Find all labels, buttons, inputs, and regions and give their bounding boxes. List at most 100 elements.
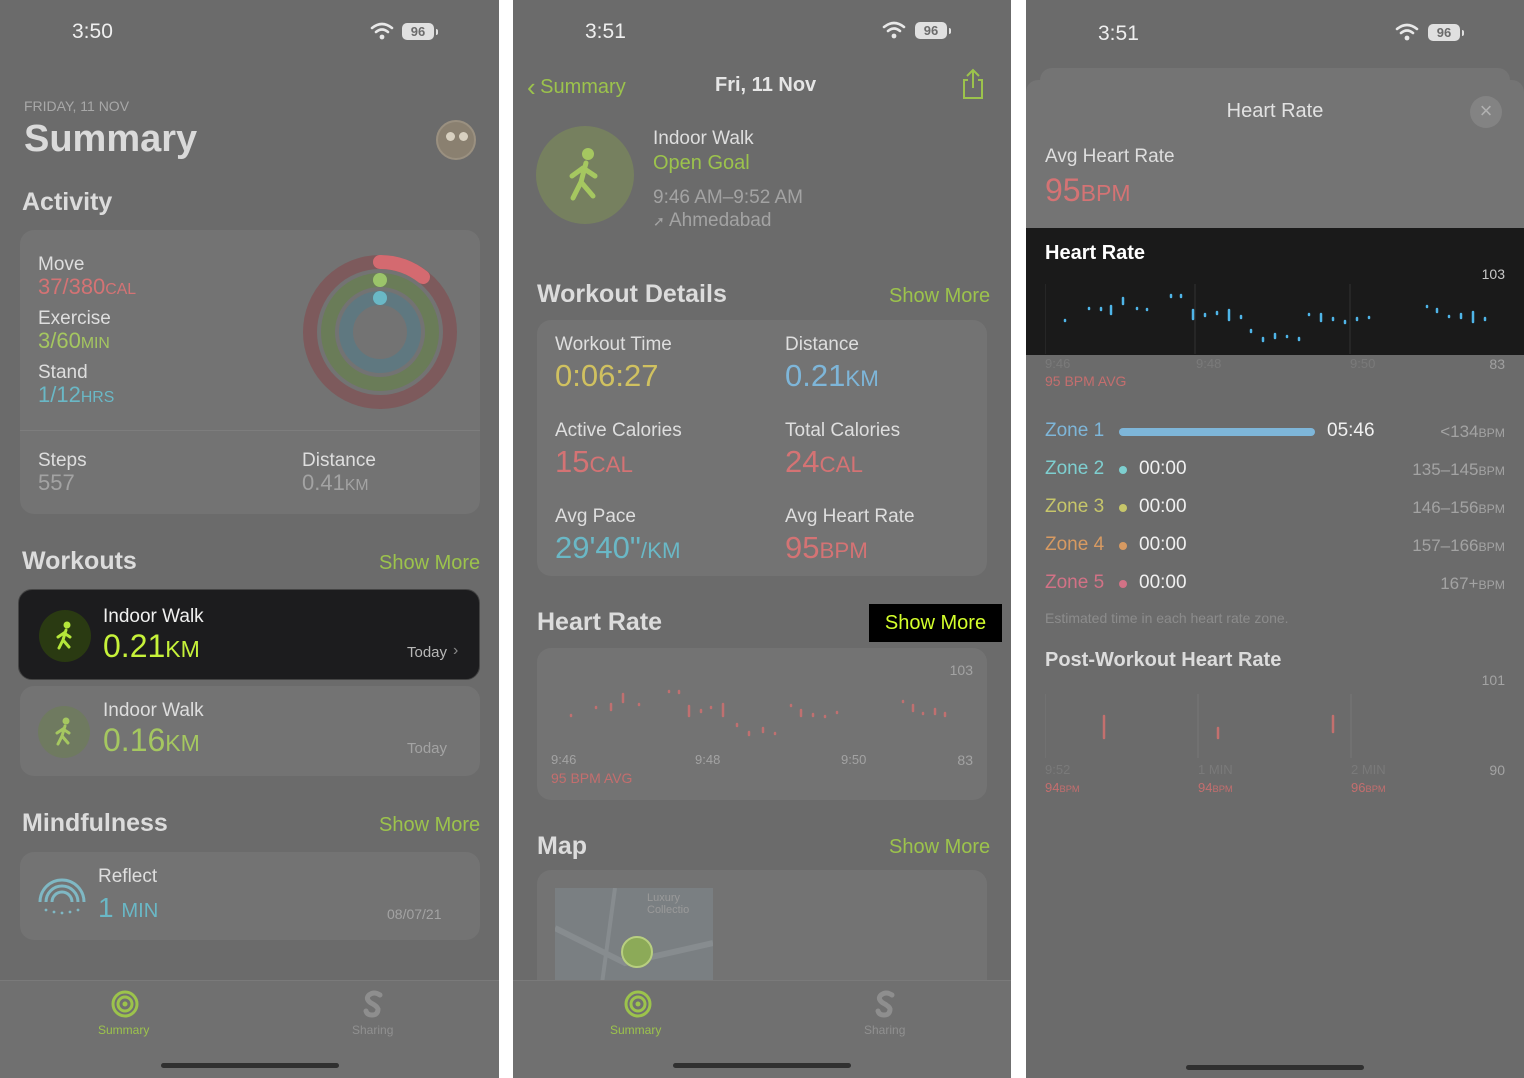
avg-pace-label: Avg Pace	[555, 506, 636, 527]
details-show-more[interactable]: Show More	[889, 285, 990, 308]
stand-value: 1/12HRS	[38, 382, 115, 407]
chart-x-tick: 9:46	[1045, 356, 1071, 371]
tab-sharing[interactable]	[872, 989, 900, 1024]
zone-dot	[1119, 466, 1127, 474]
workouts-show-more[interactable]: Show More	[379, 552, 480, 575]
workout-time-value: 0:06:27	[555, 358, 659, 393]
hr-ymax: 103	[949, 662, 973, 678]
share-icon[interactable]	[961, 68, 985, 100]
avg-pace-value: 29'40"/KM	[555, 530, 681, 565]
status-time: 3:51	[585, 20, 626, 43]
mindfulness-item[interactable]: Reflect 1 MIN 08/07/21	[20, 852, 480, 940]
chart-title: Heart Rate	[1045, 242, 1146, 264]
workout-distance: 0.21KM	[103, 628, 200, 664]
hr-ymin: 83	[957, 752, 973, 768]
zone-row-3: Zone 3 00:00 146–156BPM	[1045, 496, 1505, 520]
workout-details-title: Workout Details	[537, 280, 727, 308]
mindfulness-show-more[interactable]: Show More	[379, 814, 480, 837]
mindfulness-duration: 1 MIN	[98, 892, 159, 923]
location-arrow-icon: ➚	[653, 213, 665, 229]
steps-label: Steps	[38, 450, 87, 471]
hr-x-tick: 9:48	[695, 752, 721, 767]
map-poi: Luxury Collectio	[647, 892, 690, 916]
zone-range: 157–166BPM	[1412, 536, 1505, 555]
exercise-label: Exercise	[38, 308, 111, 329]
hr-x-tick: 9:50	[841, 752, 867, 767]
zone-name: Zone 4	[1045, 534, 1105, 555]
avatar[interactable]	[436, 120, 476, 160]
heart-rate-card[interactable]: 103 9:46 9:48 9:50 83 95 BPM AVG	[537, 648, 987, 800]
chevron-left-icon: ‹	[527, 72, 536, 102]
distance-value: 0.41KM	[302, 470, 369, 495]
zone-note: Estimated time in each heart rate zone.	[1045, 610, 1289, 626]
post-workout-chart	[1045, 694, 1352, 758]
workouts-title: Workouts	[22, 547, 137, 575]
map-pin-icon	[621, 936, 653, 968]
heart-rate-chart[interactable]: Heart Rate 103	[1026, 228, 1524, 355]
zone-dot	[1119, 580, 1127, 588]
workout-detail-screen: 3:51 96 ‹ Summary Fri, 11 Nov Indoor Wal…	[513, 0, 1011, 1078]
zone-time: 05:46	[1327, 420, 1375, 441]
workout-name: Indoor Walk	[653, 128, 754, 149]
total-cal-label: Total Calories	[785, 420, 901, 441]
close-icon[interactable]: ×	[1470, 96, 1502, 128]
workout-location: ➚ Ahmedabad	[653, 210, 772, 231]
status-time: 3:51	[1098, 22, 1139, 45]
zone-time: 00:00	[1139, 496, 1187, 517]
nav-title: Fri, 11 Nov	[715, 74, 817, 96]
tab-summary-label: Summary	[610, 1023, 662, 1037]
steps-value: 557	[38, 470, 75, 495]
heart-rate-mini-chart	[569, 689, 947, 737]
workout-distance: 0.16KM	[103, 722, 200, 758]
heart-rate-detail-screen: 3:51 96 Heart Rate × Avg Heart Rate 95BP…	[1026, 0, 1524, 1078]
zone-name: Zone 5	[1045, 572, 1105, 593]
workout-time-range: 9:46 AM–9:52 AM	[653, 187, 803, 208]
avg-hr-value: 95BPM	[1045, 172, 1131, 208]
distance-value: 0.21KM	[785, 358, 879, 393]
map-show-more[interactable]: Show More	[889, 836, 990, 859]
walk-icon	[536, 126, 634, 224]
tab-summary[interactable]	[105, 989, 145, 1024]
activity-rings	[303, 255, 457, 409]
zone-name: Zone 1	[1045, 420, 1105, 441]
hr-x-tick: 9:46	[551, 752, 577, 767]
tab-summary-label: Summary	[98, 1023, 150, 1037]
zone-time: 00:00	[1139, 572, 1187, 593]
active-cal-label: Active Calories	[555, 420, 682, 441]
summary-tab-icon	[111, 990, 139, 1018]
total-cal-value: 24CAL	[785, 444, 863, 479]
activity-title: Activity	[22, 188, 113, 216]
zone-range: 135–145BPM	[1412, 460, 1505, 479]
sharing-tab-icon	[363, 990, 383, 1018]
post-value: 94BPM	[1045, 780, 1080, 795]
back-label: Summary	[540, 76, 626, 98]
walk-icon	[39, 610, 91, 662]
workout-item-indoor-walk-2[interactable]: Indoor Walk 0.16KM Today	[20, 686, 480, 776]
activity-card[interactable]: Move 37/380CAL Exercise 3/60MIN Stand 1/…	[20, 230, 480, 514]
tab-bar: Summary Sharing	[513, 980, 1011, 1078]
zone-row-4: Zone 4 00:00 157–166BPM	[1045, 534, 1505, 558]
chart-x-tick: 9:48	[1196, 356, 1222, 371]
date-label: FRIDAY, 11 NOV	[24, 98, 130, 114]
zone-dot	[1119, 504, 1127, 512]
zone-range: <134BPM	[1440, 422, 1505, 441]
chart-ymin: 83	[1489, 356, 1505, 372]
zone-dot	[1119, 542, 1127, 550]
workout-name: Indoor Walk	[103, 606, 204, 627]
sheet-title: Heart Rate	[1226, 100, 1324, 122]
heart-rate-show-more[interactable]: Show More	[869, 604, 1002, 642]
tab-sharing[interactable]	[360, 989, 390, 1024]
home-indicator	[673, 1063, 851, 1068]
post-x-tick: 2 MIN	[1351, 762, 1386, 777]
tab-summary[interactable]	[623, 989, 653, 1024]
workout-item-indoor-walk-1[interactable]: Indoor Walk 0.21KM Today ›	[18, 589, 480, 680]
workout-goal: Open Goal	[653, 152, 750, 174]
workout-name: Indoor Walk	[103, 700, 204, 721]
distance-label: Distance	[302, 450, 376, 471]
post-value: 94BPM	[1198, 780, 1233, 795]
hr-avg: 95 BPM AVG	[551, 770, 633, 786]
zone-range: 146–156BPM	[1412, 498, 1505, 517]
post-workout-title: Post-Workout Heart Rate	[1045, 649, 1282, 671]
chart-avg: 95 BPM AVG	[1045, 373, 1127, 389]
back-button[interactable]: ‹ Summary	[527, 72, 626, 103]
